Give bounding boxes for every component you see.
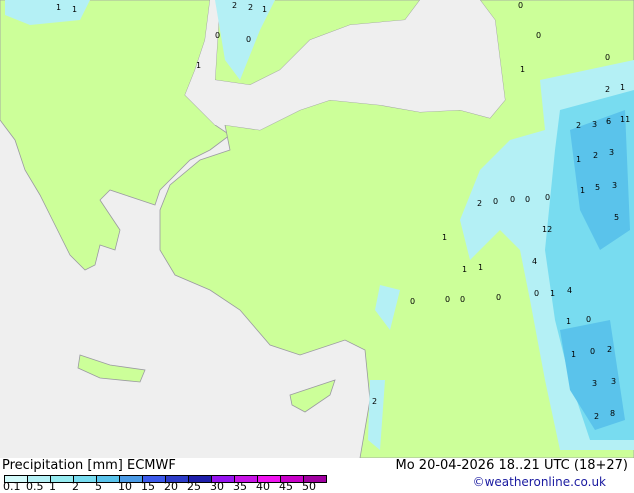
legend-tick: 40: [256, 480, 270, 493]
svg-text:1: 1: [550, 289, 555, 298]
model-name: ECMWF: [127, 458, 176, 473]
legend-tick: 10: [118, 480, 132, 493]
svg-text:1: 1: [196, 61, 201, 70]
precipitation-map: 11221 0 0101 002 12 3 6 111 2 31 5 35 20000 121…: [0, 0, 634, 458]
svg-text:1: 1: [56, 3, 61, 12]
svg-text:1: 1: [478, 263, 483, 272]
svg-text:2: 2: [607, 345, 612, 354]
svg-text:2: 2: [232, 1, 237, 10]
svg-text:0: 0: [536, 31, 541, 40]
svg-text:0: 0: [605, 53, 610, 62]
svg-text:0: 0: [496, 293, 501, 302]
legend-tick: 0.5: [26, 480, 44, 493]
legend-ticks: 0.1 0.5 1 2 5 10 15 20 25 30 35 40 45 50: [0, 480, 340, 493]
legend-tick: 20: [164, 480, 178, 493]
svg-text:4: 4: [532, 257, 537, 266]
svg-text:5: 5: [614, 213, 619, 222]
svg-text:1: 1: [262, 5, 267, 14]
svg-text:1: 1: [620, 83, 625, 92]
svg-text:0: 0: [545, 193, 550, 202]
credit-link[interactable]: ©weatheronline.co.uk: [473, 475, 606, 489]
legend-tick: 15: [141, 480, 155, 493]
svg-text:3: 3: [609, 148, 614, 157]
svg-text:0: 0: [410, 297, 415, 306]
svg-text:1: 1: [571, 350, 576, 359]
svg-text:3: 3: [612, 181, 617, 190]
map-title: Precipitation [mm] ECMWF: [2, 458, 176, 473]
svg-text:1: 1: [72, 5, 77, 14]
legend-tick: 5: [95, 480, 102, 493]
svg-text:1: 1: [462, 265, 467, 274]
svg-text:3: 3: [592, 120, 597, 129]
svg-text:4: 4: [567, 286, 572, 295]
svg-text:0: 0: [525, 195, 530, 204]
svg-text:2: 2: [477, 199, 482, 208]
footer: Precipitation [mm] ECMWF Mo 20-04-2026 1…: [0, 458, 634, 493]
svg-text:3: 3: [611, 377, 616, 386]
legend-tick: 30: [210, 480, 224, 493]
svg-text:0: 0: [586, 315, 591, 324]
svg-text:0: 0: [493, 197, 498, 206]
svg-text:0: 0: [246, 35, 251, 44]
svg-text:8: 8: [610, 409, 615, 418]
svg-text:6: 6: [606, 117, 611, 126]
svg-text:1: 1: [580, 186, 585, 195]
legend-tick: 0.1: [3, 480, 21, 493]
svg-text:2: 2: [248, 3, 253, 12]
svg-text:0: 0: [460, 295, 465, 304]
svg-text:1: 1: [576, 155, 581, 164]
legend-tick: 1: [49, 480, 56, 493]
svg-text:2: 2: [605, 85, 610, 94]
legend-tick: 25: [187, 480, 201, 493]
legend-tick: 35: [233, 480, 247, 493]
legend-tick: 50: [302, 480, 316, 493]
svg-text:3: 3: [592, 379, 597, 388]
svg-text:1: 1: [520, 65, 525, 74]
forecast-datetime: Mo 20-04-2026 18..21 UTC (18+27): [395, 458, 629, 473]
svg-text:12: 12: [542, 225, 552, 234]
svg-text:0: 0: [445, 295, 450, 304]
svg-text:0: 0: [215, 31, 220, 40]
svg-text:0: 0: [518, 1, 523, 10]
legend-tick: 45: [279, 480, 293, 493]
svg-text:0: 0: [590, 347, 595, 356]
svg-text:2: 2: [593, 151, 598, 160]
svg-text:1: 1: [442, 233, 447, 242]
svg-text:5: 5: [595, 183, 600, 192]
svg-text:0: 0: [510, 195, 515, 204]
svg-text:2: 2: [576, 121, 581, 130]
title-text: Precipitation [mm]: [2, 458, 123, 473]
svg-text:1: 1: [566, 317, 571, 326]
svg-text:2: 2: [372, 397, 377, 406]
svg-text:11: 11: [620, 115, 630, 124]
legend-tick: 2: [72, 480, 79, 493]
svg-text:2: 2: [594, 412, 599, 421]
svg-text:0: 0: [534, 289, 539, 298]
